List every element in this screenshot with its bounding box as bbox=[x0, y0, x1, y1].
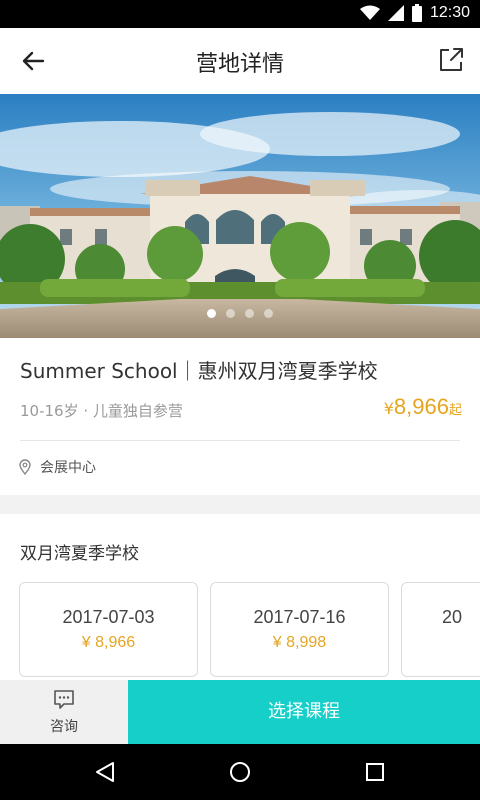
status-bar: 12:30 bbox=[0, 0, 480, 28]
camp-photo-carousel[interactable] bbox=[0, 94, 480, 338]
session-date: 2017-07-16 bbox=[253, 607, 346, 627]
nav-home-icon[interactable] bbox=[229, 761, 251, 783]
app-bar: 营地详情 bbox=[0, 28, 480, 94]
carousel-dot[interactable] bbox=[226, 309, 235, 318]
price-currency: ¥ bbox=[383, 399, 394, 418]
consult-button[interactable]: 咨询 bbox=[0, 680, 128, 744]
external-share-icon bbox=[440, 48, 463, 71]
session-card[interactable]: 2017-07-03 ¥ 8,966 bbox=[19, 582, 198, 677]
carousel-dot[interactable] bbox=[264, 309, 273, 318]
status-time: 12:30 bbox=[429, 4, 470, 21]
consult-label: 咨询 bbox=[50, 719, 78, 735]
camp-location[interactable]: 会展中心 bbox=[18, 457, 96, 477]
nav-recents-icon[interactable] bbox=[365, 762, 385, 782]
status-icons: 12:30 bbox=[359, 4, 470, 22]
camp-title: Summer School｜惠州双月湾夏季学校 bbox=[20, 359, 378, 383]
carousel-dot[interactable] bbox=[207, 309, 216, 318]
carousel-dot[interactable] bbox=[245, 309, 254, 318]
section-gap bbox=[0, 495, 480, 514]
session-price: ¥ 8,966 bbox=[81, 634, 136, 651]
camp-building-photo bbox=[0, 94, 480, 338]
location-pin-icon bbox=[19, 459, 31, 475]
battery-icon bbox=[411, 4, 422, 22]
sessions-section: 双月湾夏季学校 2017-07-03 ¥ 8,966 2017-07-16 ¥ … bbox=[0, 514, 480, 680]
camp-info-section: Summer School｜惠州双月湾夏季学校 10-16岁 · 儿童独自参营 … bbox=[0, 338, 480, 495]
session-price: ¥ 8,998 bbox=[272, 634, 327, 651]
session-card[interactable]: 20 bbox=[401, 582, 480, 677]
signal-icon bbox=[387, 5, 404, 21]
carousel-indicators bbox=[0, 309, 480, 318]
chat-bubble-icon bbox=[54, 690, 74, 709]
price-value: 8,966 bbox=[393, 394, 449, 419]
session-date: 2017-07-03 bbox=[62, 607, 155, 627]
camp-price: ¥8,966起 bbox=[384, 394, 462, 420]
wifi-icon bbox=[359, 5, 380, 20]
session-date: 20 bbox=[442, 607, 463, 627]
price-suffix: 起 bbox=[448, 403, 462, 418]
page-title: 营地详情 bbox=[195, 52, 284, 77]
system-nav-bar bbox=[0, 744, 480, 800]
divider bbox=[20, 440, 460, 441]
select-course-button[interactable]: 选择课程 bbox=[128, 680, 480, 744]
location-text: 会展中心 bbox=[40, 460, 96, 476]
bottom-action-bar: 咨询 选择课程 bbox=[0, 680, 480, 744]
share-button[interactable] bbox=[436, 45, 466, 75]
session-card[interactable]: 2017-07-16 ¥ 8,998 bbox=[210, 582, 389, 677]
camp-age-range: 10-16岁 · 儿童独自参营 bbox=[20, 402, 183, 420]
nav-back-icon[interactable] bbox=[94, 761, 116, 783]
sessions-title: 双月湾夏季学校 bbox=[20, 544, 139, 564]
